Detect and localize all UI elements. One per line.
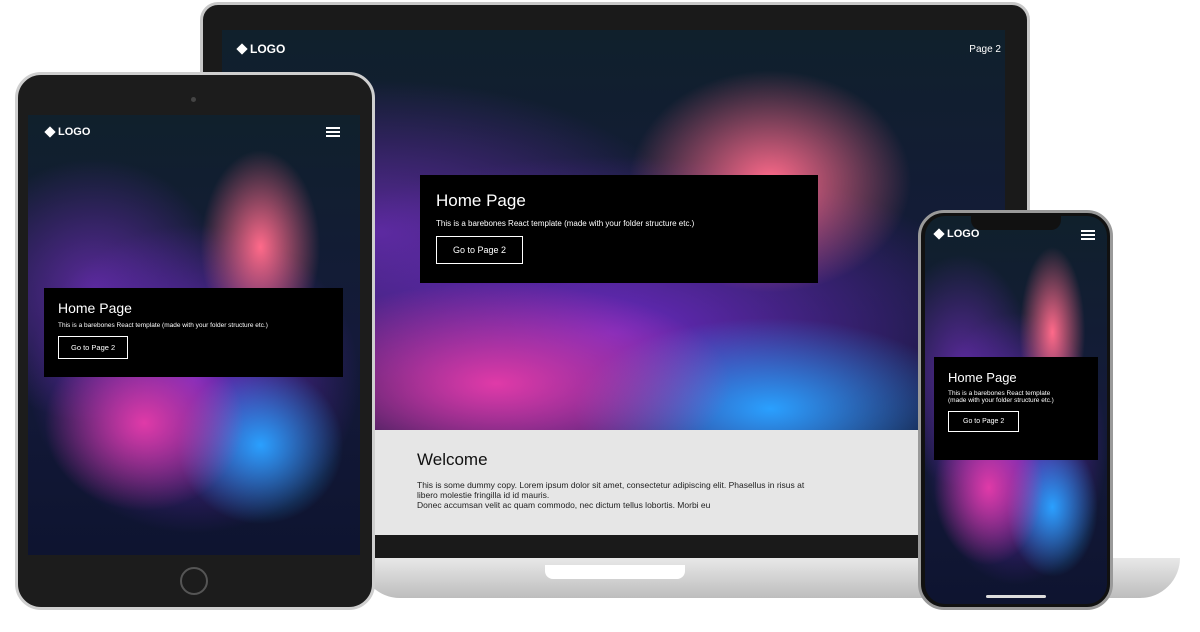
welcome-title: Welcome bbox=[417, 450, 488, 469]
logo[interactable]: LOGO bbox=[933, 228, 980, 240]
nav-link-page-2[interactable]: Page 2 bbox=[969, 44, 1001, 55]
diamond-icon bbox=[236, 43, 248, 55]
menu-icon[interactable] bbox=[326, 127, 340, 137]
logo[interactable]: LOGO bbox=[44, 126, 91, 138]
laptop-notch bbox=[545, 565, 685, 579]
hero-text-line-2: (made with your folder structure etc.) bbox=[948, 397, 1054, 404]
hero-title: Home Page bbox=[948, 370, 1017, 385]
phone-screen: LOGO Home Page This is a barebones React… bbox=[925, 216, 1107, 604]
logo-text: LOGO bbox=[250, 42, 286, 56]
hero-title: Home Page bbox=[436, 191, 526, 210]
hero-card: Home Page This is a barebones React temp… bbox=[44, 288, 343, 377]
tablet-home-button[interactable] bbox=[180, 567, 208, 595]
go-to-page-2-button[interactable]: Go to Page 2 bbox=[58, 336, 129, 359]
logo[interactable]: LOGO bbox=[236, 42, 286, 56]
menu-icon[interactable] bbox=[1081, 230, 1095, 240]
home-indicator bbox=[986, 595, 1046, 598]
welcome-para-1: This is some dummy copy. Lorem ipsum dol… bbox=[417, 480, 805, 500]
tablet-camera bbox=[191, 97, 196, 102]
hero-card: Home Page This is a barebones React temp… bbox=[934, 357, 1098, 460]
go-to-page-2-button[interactable]: Go to Page 2 bbox=[436, 236, 524, 264]
hero-title: Home Page bbox=[58, 300, 132, 316]
diamond-icon bbox=[933, 228, 945, 240]
hero-card: Home Page This is a barebones React temp… bbox=[420, 175, 818, 283]
welcome-para-2: Donec accumsan velit ac quam commodo, ne… bbox=[417, 500, 711, 510]
hero-text: This is a barebones React template (made… bbox=[58, 322, 268, 329]
phone-notch bbox=[971, 216, 1061, 230]
hero-text-line-1: This is a barebones React template bbox=[948, 390, 1051, 397]
hero-text: This is a barebones React template (made… bbox=[436, 219, 695, 228]
tablet-screen: LOGO Home Page This is a barebones React… bbox=[28, 115, 360, 555]
logo-text: LOGO bbox=[58, 126, 91, 138]
diamond-icon bbox=[44, 126, 56, 138]
go-to-page-2-button[interactable]: Go to Page 2 bbox=[948, 411, 1020, 432]
logo-text: LOGO bbox=[947, 228, 980, 240]
